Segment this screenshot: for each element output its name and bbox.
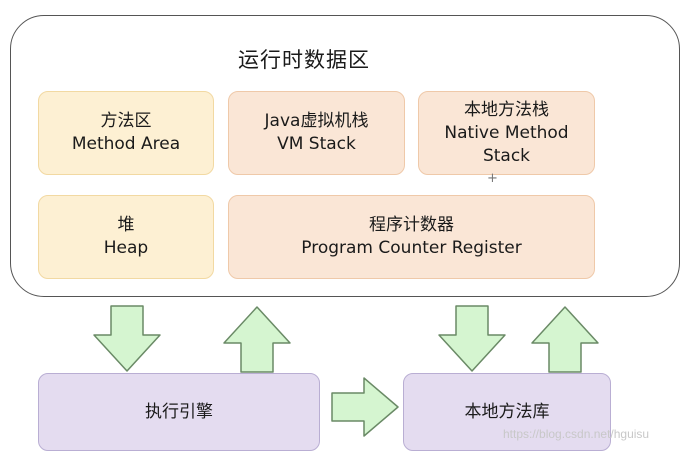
method-area-label-en: Method Area bbox=[71, 134, 181, 154]
native-stack-label-cn: 本地方法栈 bbox=[464, 99, 549, 120]
execution-engine-box: 执行引擎 bbox=[38, 373, 320, 451]
vm-stack-label-en: VM Stack bbox=[277, 134, 356, 154]
up-arrow-from-execution-engine bbox=[223, 306, 291, 373]
down-arrow-to-execution-engine bbox=[93, 305, 161, 372]
native-method-stack-box: 本地方法栈 Native Method Stack bbox=[418, 91, 595, 175]
native-method-library-label: 本地方法库 bbox=[464, 401, 550, 422]
pc-register-label-cn: 程序计数器 bbox=[369, 215, 454, 235]
native-stack-label-en-2: Stack bbox=[482, 145, 531, 166]
watermark: https://blog.csdn.net/hguisu bbox=[503, 427, 650, 441]
method-area-box: 方法区 Method Area bbox=[38, 91, 214, 175]
heap-box: 堆 Heap bbox=[38, 195, 214, 279]
right-arrow-engine-to-library bbox=[331, 377, 399, 437]
heap-label-cn: 堆 bbox=[117, 215, 135, 235]
pc-register-label-en: Program Counter Register bbox=[301, 238, 522, 258]
method-area-label-cn: 方法区 bbox=[100, 111, 152, 131]
heap-label-en: Heap bbox=[103, 238, 149, 258]
runtime-data-area-title: 运行时数据区 bbox=[238, 48, 370, 72]
up-arrow-from-native-library bbox=[531, 306, 599, 373]
pc-register-box: 程序计数器 Program Counter Register bbox=[228, 195, 595, 279]
execution-engine-label: 执行引擎 bbox=[145, 401, 213, 422]
native-stack-label-en-1: Native Method bbox=[444, 122, 569, 143]
plus-mark: + bbox=[487, 171, 498, 186]
vm-stack-label-cn: Java虚拟机栈 bbox=[264, 111, 369, 131]
vm-stack-box: Java虚拟机栈 VM Stack bbox=[228, 91, 405, 175]
down-arrow-to-native-library bbox=[438, 305, 506, 372]
